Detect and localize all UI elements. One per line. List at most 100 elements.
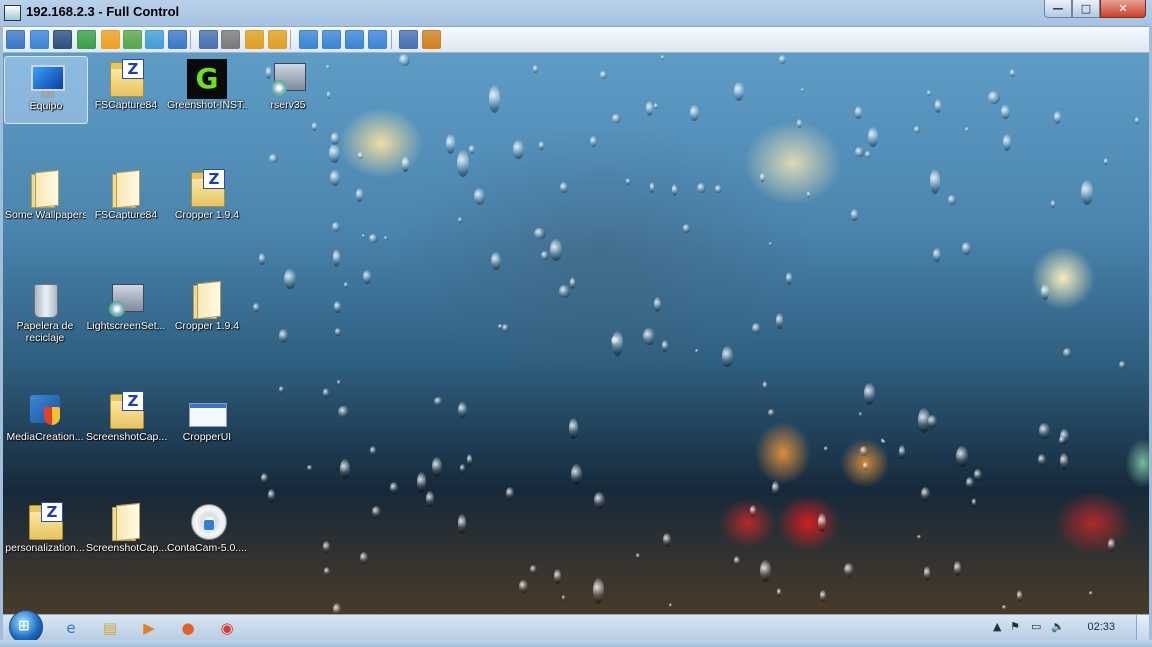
message-icon[interactable] <box>168 30 187 49</box>
taskbar-clock[interactable]: 02:33 <box>1087 621 1115 633</box>
raindrop-decoration <box>512 139 524 159</box>
window-mode-icon[interactable] <box>299 30 318 49</box>
raindrop-decoration <box>751 323 761 335</box>
raindrop-decoration <box>571 463 583 486</box>
tools-icon[interactable] <box>422 30 441 49</box>
show-desktop-button[interactable] <box>1136 615 1149 641</box>
app-icon <box>4 5 21 21</box>
raindrop-decoration <box>1103 157 1108 165</box>
desktop-icon[interactable]: Some Wallpapers <box>4 166 86 232</box>
remote-screen-icon[interactable] <box>6 30 25 49</box>
volume-icon[interactable]: 🔈 <box>1051 620 1065 633</box>
close-button[interactable]: ✕ <box>1100 0 1146 18</box>
raindrop-decoration <box>370 446 376 457</box>
desktop-icon-label: personalization... <box>5 542 85 554</box>
desktop-icon[interactable]: Z Cropper 1.9.4 <box>166 166 248 232</box>
raindrop-decoration <box>330 131 339 145</box>
raindrop-decoration <box>800 87 804 93</box>
desktop-icon[interactable]: Papelera de reciclaje <box>4 277 86 344</box>
raindrop-decoration <box>769 241 773 247</box>
action-center-flag-icon[interactable]: ⚑ <box>1010 620 1020 633</box>
upload-icon[interactable] <box>199 30 218 49</box>
chrome-icon[interactable]: ◉ <box>216 618 238 638</box>
network-icon[interactable] <box>221 30 240 49</box>
raindrop-decoration <box>360 551 368 565</box>
chat-icon[interactable] <box>123 30 142 49</box>
raindrop-decoration <box>1062 347 1072 359</box>
terminal-icon[interactable] <box>53 30 72 49</box>
disc-installer-icon <box>187 502 227 542</box>
fullscreen-icon[interactable] <box>345 30 364 49</box>
start-button[interactable]: ⊞ <box>9 610 43 644</box>
raindrop-decoration <box>818 513 827 533</box>
remote-toolbar <box>0 27 1152 53</box>
raindrop-decoration <box>988 91 1000 105</box>
monitor-icon[interactable] <box>30 30 49 49</box>
file-explorer-icon[interactable]: ▤ <box>99 618 121 638</box>
raindrop-decoration <box>312 122 318 132</box>
raindrop-decoration <box>501 324 510 332</box>
desktop-icon[interactable]: Cropper 1.9.4 <box>166 277 248 343</box>
raindrop-decoration <box>402 156 410 172</box>
window-controls: — □ ✕ <box>1044 0 1146 18</box>
raindrop-decoration <box>973 469 982 481</box>
copy-icon[interactable] <box>399 30 418 49</box>
desktop-icon-label: Papelera de reciclaje <box>16 320 74 344</box>
desktop-icon[interactable]: CropperUI <box>166 388 248 454</box>
raindrop-decoration <box>771 480 780 497</box>
raindrop-decoration <box>269 154 279 164</box>
raindrop-decoration <box>668 602 672 608</box>
raindrop-decoration <box>612 331 623 356</box>
raindrop-decoration <box>457 217 462 223</box>
desktop-icon[interactable]: MediaCreation... <box>4 388 86 454</box>
file-transfer-icon[interactable] <box>77 30 96 49</box>
desktop-icon-label: ScreenshotCap... <box>86 542 167 554</box>
raindrop-decoration <box>456 150 469 177</box>
desktop-icon[interactable]: Z FSCapture84 <box>85 56 167 122</box>
raindrop-decoration <box>956 445 968 467</box>
desktop-icon[interactable]: rserv35 <box>247 56 329 122</box>
toolbar-separator <box>391 30 392 49</box>
raindrop-decoration <box>457 401 468 418</box>
desktop-icon[interactable]: ScreenshotCap... <box>85 499 167 565</box>
raindrop-decoration <box>635 553 640 560</box>
raindrop-decoration <box>612 113 621 124</box>
raindrop-decoration <box>864 151 871 159</box>
raindrop-decoration <box>253 303 260 313</box>
firefox-icon[interactable]: ● <box>177 618 199 638</box>
raindrop-decoration <box>864 383 875 405</box>
desktop-icon[interactable]: Equipo <box>4 56 88 124</box>
raindrop-decoration <box>643 328 655 346</box>
media-player-icon[interactable]: ▶ <box>138 618 160 638</box>
desktop-icon[interactable]: LightscreenSet... <box>85 277 167 343</box>
network-icon[interactable]: ▭ <box>1031 620 1041 633</box>
raindrop-decoration <box>340 459 351 480</box>
raindrop-decoration <box>762 380 768 391</box>
tray-expand-icon[interactable]: ▲ <box>993 620 1001 633</box>
desktop-icon[interactable]: ContaCam-5.0.... <box>166 499 248 565</box>
raindrop-decoration <box>594 491 606 509</box>
desktop-icon[interactable]: FSCapture84 <box>85 166 167 232</box>
desktop-icon[interactable]: Zpersonalization... <box>4 499 86 565</box>
raindrop-decoration <box>399 53 410 66</box>
internet-explorer-icon[interactable]: e <box>60 618 82 638</box>
maximize-button[interactable]: □ <box>1072 0 1100 18</box>
minimize-button[interactable]: — <box>1044 0 1072 18</box>
stretch-icon[interactable] <box>368 30 387 49</box>
power-icon[interactable] <box>101 30 120 49</box>
raindrop-decoration <box>322 387 329 398</box>
lock-icon[interactable] <box>245 30 264 49</box>
desktop-icon[interactable]: G Greenshot-INST... <box>166 56 248 122</box>
zip-folder-icon: Z <box>106 59 146 99</box>
raindrop-decoration <box>898 444 906 460</box>
raindrop-decoration <box>1108 538 1116 552</box>
remote-desktop[interactable]: Equipo Z FSCapture84 G Greenshot-INST... rser… <box>3 53 1149 614</box>
raindrop-decoration <box>855 146 865 158</box>
raindrop-decoration <box>389 481 398 494</box>
setup-icon <box>106 280 146 320</box>
raindrop-decoration <box>593 578 605 604</box>
unlock-icon[interactable] <box>268 30 287 49</box>
desktop-icon[interactable]: Z ScreenshotCap... <box>85 388 167 454</box>
phone-icon[interactable] <box>145 30 164 49</box>
fit-screen-icon[interactable] <box>322 30 341 49</box>
